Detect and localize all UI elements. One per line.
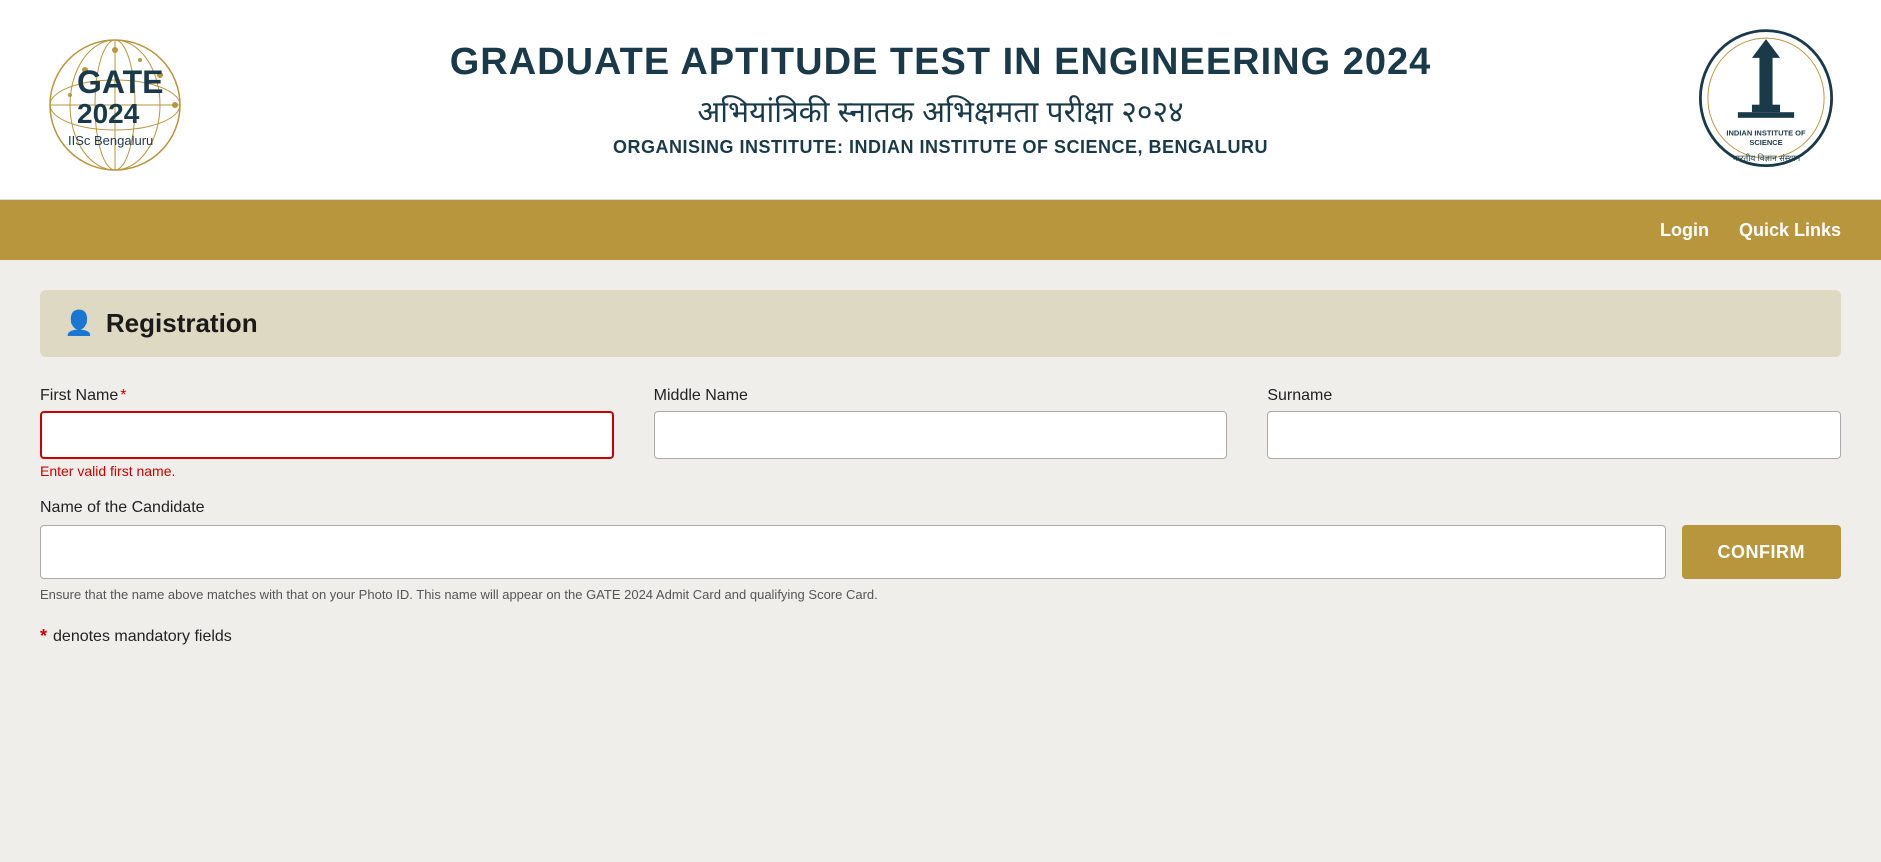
mandatory-note: * denotes mandatory fields [40, 626, 1841, 647]
main-content: 👤 Registration First Name* Enter valid f… [0, 260, 1881, 677]
middle-name-group: Middle Name [654, 387, 1228, 479]
name-fields-row: First Name* Enter valid first name. Midd… [40, 387, 1841, 479]
surname-group: Surname [1267, 387, 1841, 479]
svg-text:INDIAN INSTITUTE OF: INDIAN INSTITUTE OF [1726, 128, 1806, 137]
candidate-name-hint: Ensure that the name above matches with … [40, 587, 1841, 602]
gate-logo: GATE 2024 IISc Bengaluru [30, 15, 200, 185]
svg-text:2024: 2024 [77, 98, 140, 129]
header-title-english: GRADUATE APTITUDE TEST IN ENGINEERING 20… [200, 41, 1681, 84]
first-name-group: First Name* Enter valid first name. [40, 387, 614, 479]
svg-text:GATE: GATE [77, 64, 164, 100]
candidate-name-input[interactable] [40, 525, 1666, 579]
candidate-name-row: CONFIRM [40, 525, 1841, 579]
header-title-hindi: अभियांत्रिकी स्नातक अभिक्षमता परीक्षा २०… [200, 90, 1681, 131]
header-center: GRADUATE APTITUDE TEST IN ENGINEERING 20… [200, 41, 1681, 158]
candidate-name-section: Name of the Candidate CONFIRM Ensure tha… [40, 499, 1841, 602]
svg-text:IISc Bengaluru: IISc Bengaluru [68, 133, 153, 148]
middle-name-label: Middle Name [654, 387, 1228, 405]
header-left: GATE 2024 IISc Bengaluru [30, 15, 200, 185]
mandatory-star-icon: * [40, 626, 47, 647]
registration-section-header: 👤 Registration [40, 290, 1841, 357]
login-link[interactable]: Login [1660, 220, 1709, 241]
quick-links-link[interactable]: Quick Links [1739, 220, 1841, 241]
iisc-logo: INDIAN INSTITUTE OF SCIENCE भारतीय विज्ञ… [1691, 25, 1841, 175]
registration-title: Registration [106, 308, 258, 339]
mandatory-text: denotes mandatory fields [53, 628, 232, 646]
first-name-error-message: Enter valid first name. [40, 463, 614, 479]
first-name-label: First Name* [40, 387, 614, 405]
page-header: GATE 2024 IISc Bengaluru GRADUATE APTITU… [0, 0, 1881, 200]
navbar: Login Quick Links [0, 200, 1881, 260]
header-right: INDIAN INSTITUTE OF SCIENCE भारतीय विज्ञ… [1681, 25, 1851, 175]
middle-name-input[interactable] [654, 411, 1228, 459]
candidate-name-label: Name of the Candidate [40, 499, 1841, 517]
header-subtitle: ORGANISING INSTITUTE: INDIAN INSTITUTE O… [200, 137, 1681, 158]
surname-input[interactable] [1267, 411, 1841, 459]
svg-text:भारतीय विज्ञान संस्थान: भारतीय विज्ञान संस्थान [1732, 152, 1801, 162]
person-icon: 👤 [64, 309, 94, 338]
svg-text:SCIENCE: SCIENCE [1749, 138, 1782, 147]
first-name-input[interactable] [40, 411, 614, 459]
first-name-required-star: * [120, 387, 126, 404]
confirm-button[interactable]: CONFIRM [1682, 525, 1842, 579]
navbar-links: Login Quick Links [1660, 220, 1841, 241]
surname-label: Surname [1267, 387, 1841, 405]
